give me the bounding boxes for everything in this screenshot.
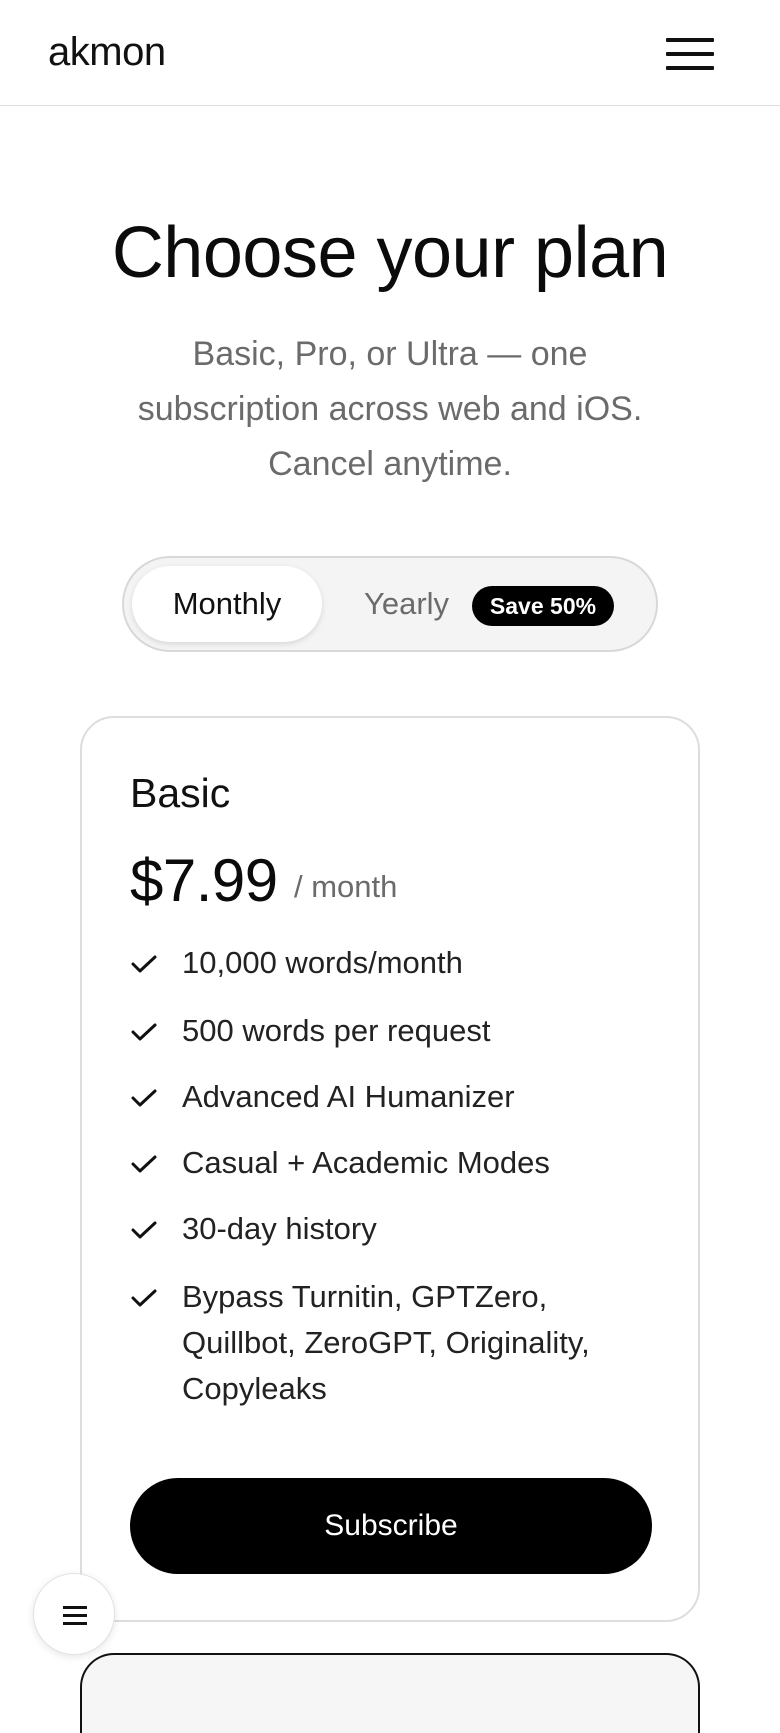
feature-text: Advanced AI Humanizer <box>182 1079 515 1114</box>
yearly-toggle-button[interactable]: Yearly <box>364 566 449 642</box>
save-badge: Save 50% <box>472 586 614 626</box>
checkmark-icon <box>131 1089 157 1107</box>
feature-text: 500 words per request <box>182 1013 491 1048</box>
checkmark-icon <box>131 1221 157 1239</box>
list-menu-icon[interactable] <box>33 1573 115 1655</box>
billing-period-toggle: Monthly Yearly Save 50% <box>122 556 658 652</box>
feature-text: Bypass Turnitin, GPTZero, Quillbot, Zero… <box>182 1279 590 1406</box>
checkmark-icon <box>131 1289 157 1307</box>
app-logo[interactable]: akmon <box>48 30 166 75</box>
page-subtitle: Basic, Pro, or Ultra — one subscription … <box>137 335 643 483</box>
plan-period: / month <box>294 869 398 904</box>
menu-line <box>666 52 714 56</box>
menu-line <box>63 1622 87 1625</box>
monthly-toggle-button[interactable]: Monthly <box>132 566 322 642</box>
hamburger-menu-icon[interactable] <box>660 30 716 74</box>
feature-text: 30-day history <box>182 1211 377 1246</box>
next-plan-card <box>80 1653 700 1733</box>
checkmark-icon <box>131 955 157 973</box>
checkmark-icon <box>131 1155 157 1173</box>
plan-price: $7.99 <box>130 847 278 914</box>
plan-name: Basic <box>130 770 231 816</box>
page-title: Choose your plan <box>111 213 669 293</box>
subscribe-button[interactable]: Subscribe <box>130 1478 652 1574</box>
menu-line <box>666 66 714 70</box>
menu-line <box>63 1614 87 1617</box>
feature-text: Casual + Academic Modes <box>182 1145 550 1180</box>
menu-line <box>63 1606 87 1609</box>
top-header: akmon <box>0 0 780 106</box>
basic-plan-card: Basic $7.99 / month 10,000 words/month 5… <box>80 716 700 1622</box>
menu-line <box>666 38 714 42</box>
feature-text: 10,000 words/month <box>182 945 463 980</box>
checkmark-icon <box>131 1023 157 1041</box>
